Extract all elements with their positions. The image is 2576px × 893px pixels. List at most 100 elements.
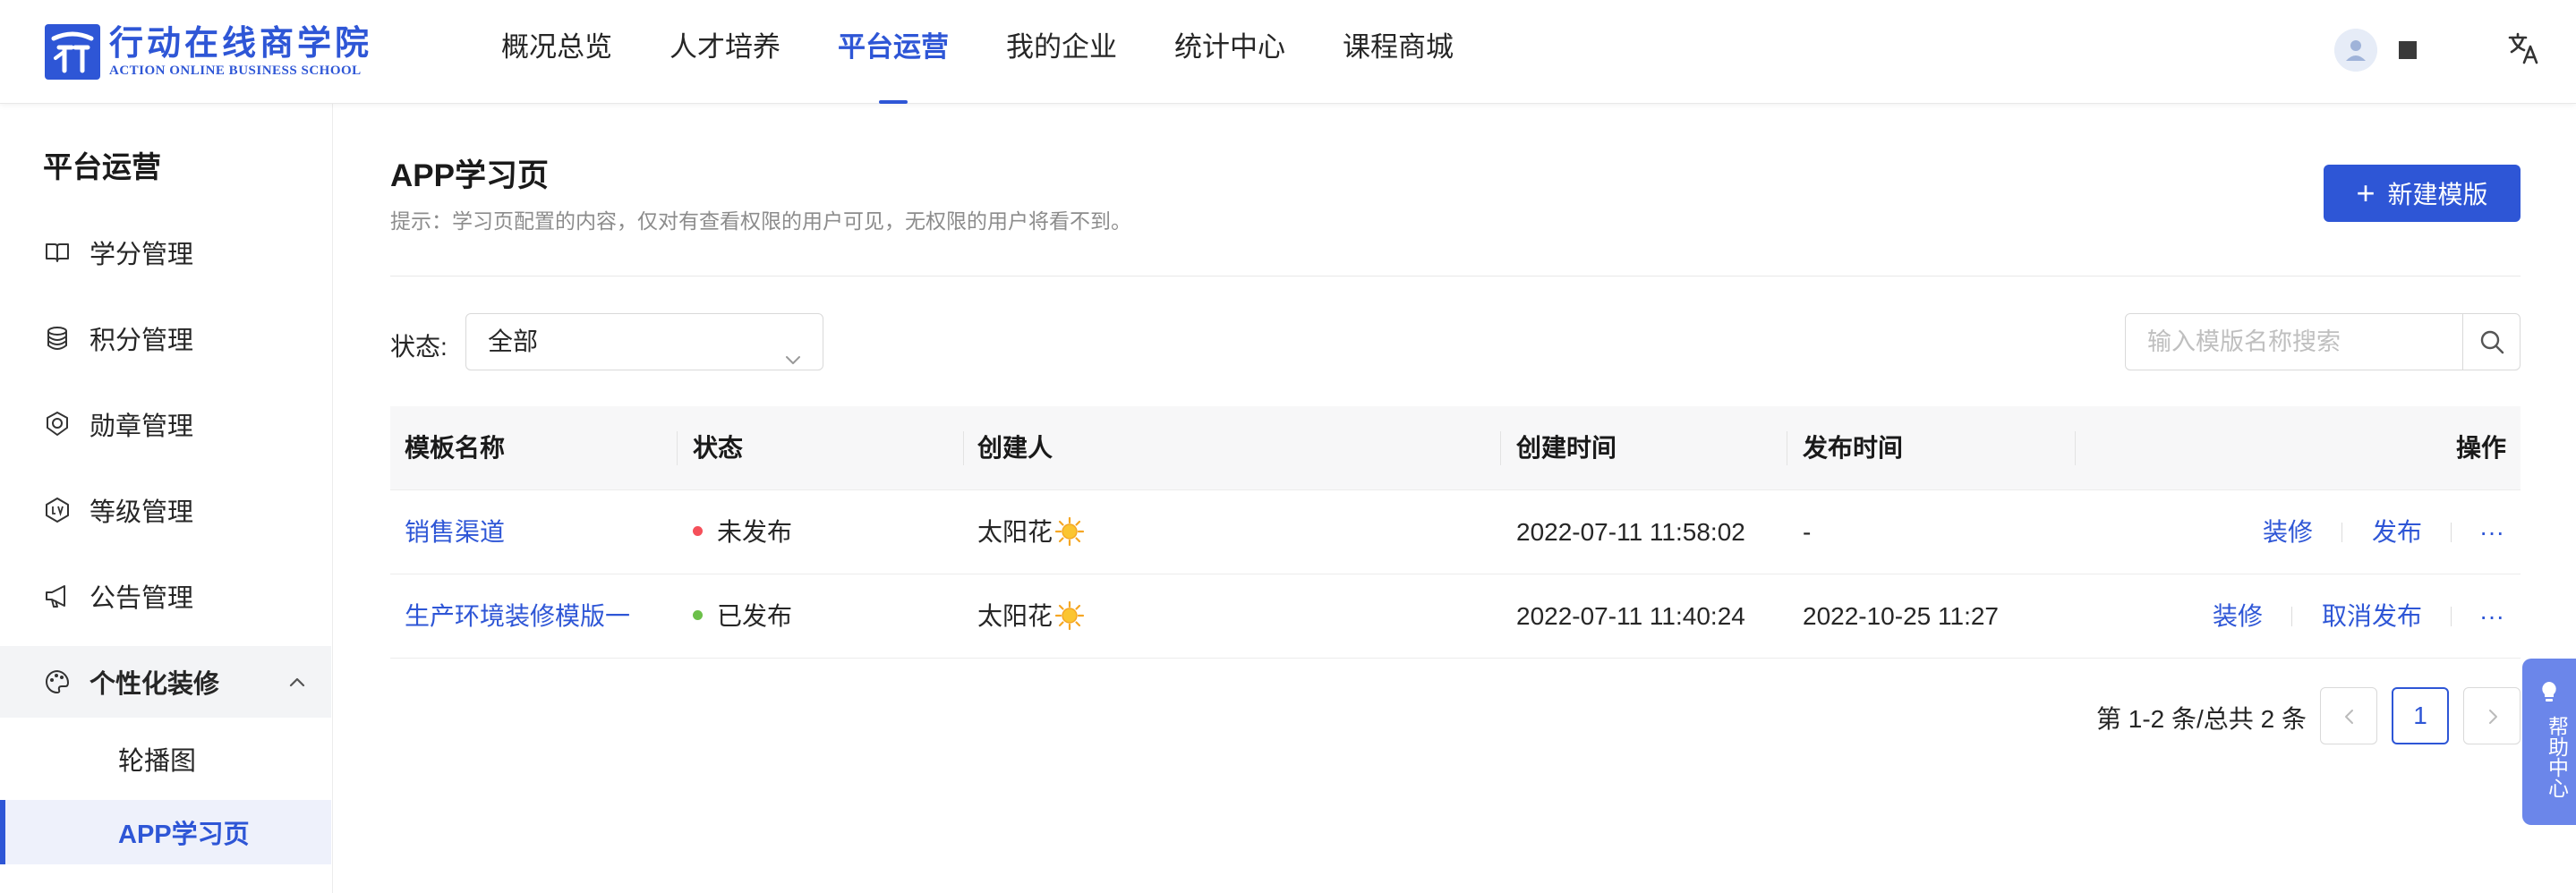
next-page-button[interactable]: [2463, 687, 2521, 744]
status-filter-value: 全部: [488, 327, 539, 355]
coins-stack-icon: [43, 324, 72, 353]
page-title: APP学习页: [390, 158, 549, 193]
column-header-creator: 创建人: [977, 434, 1053, 462]
sidebar-subitem-app-learning-page[interactable]: APP学习页: [0, 800, 331, 864]
sidebar-subitem-carousel[interactable]: 轮播图: [0, 727, 331, 791]
action-divider: [2451, 523, 2452, 542]
sidebar: 平台运营 学分管理 积分管理 勋章管理 等级管理 公告管理 个性化装修 轮播图 …: [0, 104, 333, 893]
sidebar-item-label: 等级管理: [90, 498, 194, 527]
status-dot-unpublished: [693, 526, 703, 537]
search-input[interactable]: [2126, 314, 2462, 370]
table-row: 销售渠道 未发布 太阳花 2022-07-11 11:58:02 - 装修 发布…: [390, 490, 2521, 574]
template-name-link[interactable]: 销售渠道: [405, 490, 505, 574]
sidebar-item-medals[interactable]: 勋章管理: [0, 388, 331, 460]
main-nav: 概况总览 人才培养 平台运营 我的企业 统计中心 课程商城: [501, 0, 1511, 104]
logo-english-text: ACTION ONLINE BUSINESS SCHOOL: [109, 64, 362, 78]
decorate-link[interactable]: 装修: [2263, 490, 2313, 574]
chevron-left-icon: [2345, 710, 2353, 724]
brand-logo[interactable]: 行动在线商学院 ACTION ONLINE BUSINESS SCHOOL: [45, 23, 372, 81]
column-header-created-time: 创建时间: [1516, 434, 1617, 462]
sun-emoji-icon: [1054, 600, 1085, 630]
sidebar-group-label: 个性化装修: [90, 670, 220, 699]
column-header-name: 模板名称: [405, 434, 506, 462]
sidebar-item-levels[interactable]: 等级管理: [0, 474, 331, 546]
status-filter-label: 状态:: [390, 333, 448, 361]
nav-course-mall[interactable]: 课程商城: [1343, 0, 1454, 104]
templates-table: 模板名称 状态 创建人 创建时间 发布时间 操作 销售渠道 未发布 太阳花 20…: [390, 406, 2521, 659]
column-divider: [963, 431, 964, 465]
column-header-actions: 操作: [2455, 434, 2506, 462]
new-template-button[interactable]: + 新建模版: [2324, 165, 2521, 222]
level-badge-icon: [43, 496, 72, 524]
search-icon: [2480, 330, 2504, 354]
publish-link[interactable]: 发布: [2372, 490, 2422, 574]
status-text: 未发布: [717, 518, 793, 546]
publish-time: 2022-10-25 11:27: [1803, 602, 1999, 630]
creator-cell: 太阳花: [977, 574, 1085, 659]
chevron-down-icon: [783, 334, 803, 364]
sidebar-item-label: 公告管理: [90, 584, 194, 613]
created-time: 2022-07-11 11:40:24: [1516, 602, 1745, 630]
prev-page-button[interactable]: [2320, 687, 2377, 744]
nav-overview[interactable]: 概况总览: [501, 0, 612, 104]
help-center-button[interactable]: 帮助中心: [2522, 659, 2576, 825]
status-text: 已发布: [717, 602, 793, 630]
more-actions-icon[interactable]: ···: [2479, 490, 2504, 574]
sidebar-item-label: 积分管理: [90, 327, 194, 355]
action-divider: [2341, 523, 2342, 542]
more-actions-icon[interactable]: ···: [2479, 574, 2504, 659]
status-filter-select[interactable]: 全部: [465, 313, 823, 370]
palette-icon: [43, 668, 72, 696]
chevron-up-icon: [286, 671, 308, 693]
nav-my-enterprise[interactable]: 我的企业: [1006, 0, 1117, 104]
sidebar-item-points[interactable]: 积分管理: [0, 302, 331, 374]
logo-mark-icon: [45, 24, 100, 80]
user-name-placeholder[interactable]: [2399, 41, 2417, 59]
template-search: [2125, 313, 2521, 370]
status-cell: 已发布: [693, 574, 792, 659]
sidebar-title: 平台运营: [43, 150, 161, 183]
publish-time: -: [1803, 518, 1812, 546]
column-divider: [2075, 431, 2076, 465]
help-center-label: 帮助中心: [2545, 716, 2569, 798]
plus-icon: +: [2356, 174, 2376, 211]
nav-platform-operation[interactable]: 平台运营: [838, 0, 949, 104]
sidebar-item-announcements[interactable]: 公告管理: [0, 560, 331, 632]
new-template-label: 新建模版: [2387, 181, 2488, 208]
translate-icon[interactable]: [2506, 30, 2542, 66]
sidebar-group-customization[interactable]: 个性化装修: [0, 646, 331, 718]
top-header: 行动在线商学院 ACTION ONLINE BUSINESS SCHOOL 概况…: [0, 0, 2576, 104]
action-divider: [2451, 607, 2452, 626]
creator-name: 太阳花: [977, 518, 1053, 546]
action-divider: [2291, 607, 2292, 626]
column-divider: [677, 431, 678, 465]
created-time: 2022-07-11 11:58:02: [1516, 518, 1745, 546]
column-header-status: 状态: [693, 434, 744, 462]
column-divider: [1500, 431, 1501, 465]
sidebar-item-label: 勋章管理: [90, 412, 194, 441]
nav-talent-training[interactable]: 人才培养: [670, 0, 780, 104]
sidebar-item-label: 学分管理: [90, 241, 194, 269]
page-hint: 提示：学习页配置的内容，仅对有查看权限的用户可见，无权限的用户将看不到。: [390, 209, 1131, 233]
book-icon: [43, 238, 72, 267]
decorate-link[interactable]: 装修: [2213, 574, 2263, 659]
megaphone-icon: [43, 582, 72, 610]
column-header-publish-time: 发布时间: [1803, 434, 1904, 462]
table-row: 生产环境装修模版一 已发布 太阳花 2022-07-11 11:40:24 20…: [390, 574, 2521, 659]
lightbulb-icon: [2542, 682, 2556, 702]
unpublish-link[interactable]: 取消发布: [2322, 574, 2422, 659]
creator-name: 太阳花: [977, 602, 1053, 630]
table-header: 模板名称 状态 创建人 创建时间 发布时间 操作: [390, 406, 2521, 490]
medal-icon: [43, 410, 72, 438]
search-button[interactable]: [2462, 314, 2520, 370]
sidebar-item-credits[interactable]: 学分管理: [0, 217, 331, 288]
creator-cell: 太阳花: [977, 490, 1085, 574]
template-name-link[interactable]: 生产环境装修模版一: [405, 574, 630, 659]
pagination-summary: 第 1-2 条/总共 2 条: [2096, 705, 2307, 733]
nav-statistics[interactable]: 统计中心: [1174, 0, 1285, 104]
page-number-current[interactable]: 1: [2392, 687, 2449, 744]
chevron-right-icon: [2489, 710, 2497, 724]
user-avatar-icon[interactable]: [2334, 29, 2377, 72]
status-cell: 未发布: [693, 490, 792, 574]
logo-chinese-text: 行动在线商学院: [109, 25, 373, 63]
